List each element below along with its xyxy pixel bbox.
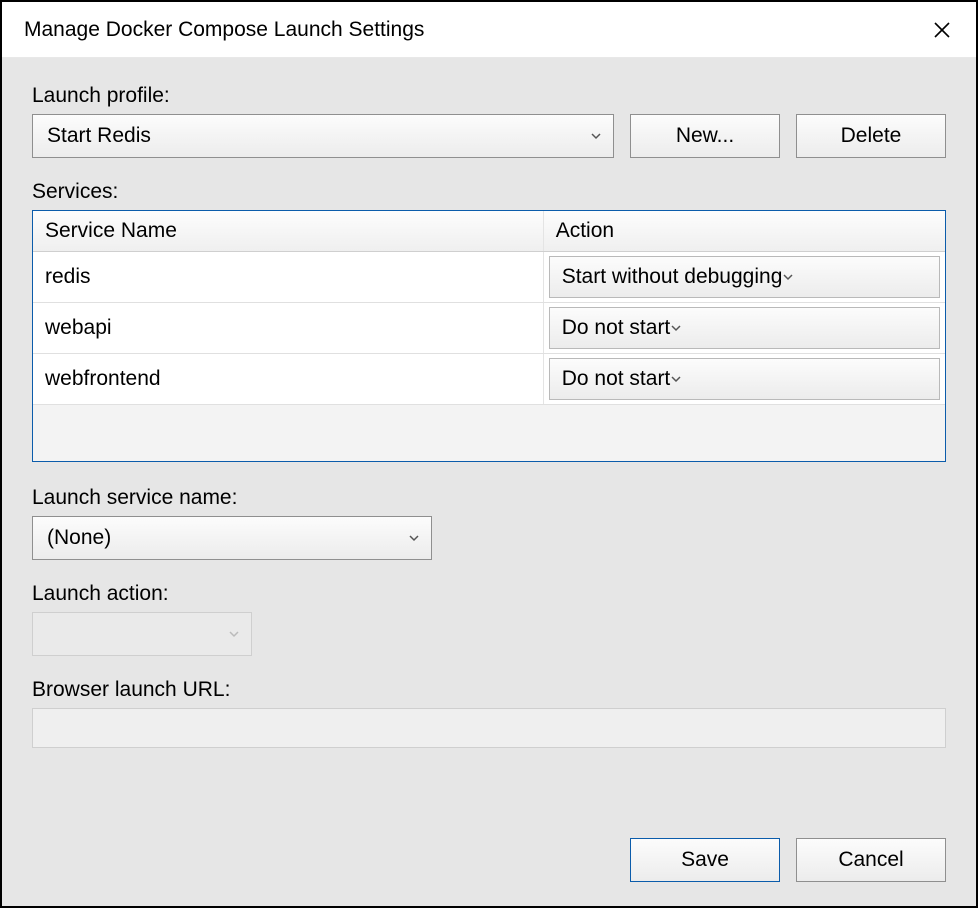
dialog-content: Launch profile: Start Redis New... Delet… (2, 58, 976, 906)
service-action-value: Do not start (562, 316, 671, 340)
launch-service-name-label: Launch service name: (32, 486, 946, 510)
launch-action-label: Launch action: (32, 582, 946, 606)
chevron-down-icon (670, 367, 682, 391)
dialog-footer: Save Cancel (630, 838, 946, 882)
service-action-cell: Start without debugging (544, 252, 945, 302)
launch-service-name-dropdown[interactable]: (None) (32, 516, 432, 560)
chevron-down-icon (589, 129, 603, 143)
service-action-dropdown[interactable]: Do not start (549, 358, 940, 400)
service-name-cell: webapi (33, 303, 544, 353)
col-action[interactable]: Action (544, 211, 945, 251)
close-button[interactable] (926, 14, 958, 46)
service-action-value: Start without debugging (562, 265, 783, 289)
table-row: redis Start without debugging (33, 252, 945, 303)
service-action-dropdown[interactable]: Do not start (549, 307, 940, 349)
browser-launch-url-label: Browser launch URL: (32, 678, 946, 702)
chevron-down-icon (670, 316, 682, 340)
service-name-cell: redis (33, 252, 544, 302)
service-action-value: Do not start (562, 367, 671, 391)
delete-profile-button[interactable]: Delete (796, 114, 946, 158)
dialog-title: Manage Docker Compose Launch Settings (24, 18, 424, 42)
services-table: Service Name Action redis Start without … (32, 210, 946, 462)
launch-action-dropdown (32, 612, 252, 656)
cancel-button[interactable]: Cancel (796, 838, 946, 882)
table-row: webfrontend Do not start (33, 354, 945, 405)
launch-profile-value: Start Redis (47, 124, 151, 148)
chevron-down-icon (782, 265, 794, 289)
service-action-cell: Do not start (544, 354, 945, 404)
title-bar: Manage Docker Compose Launch Settings (2, 2, 976, 58)
services-label: Services: (32, 180, 946, 204)
service-action-dropdown[interactable]: Start without debugging (549, 256, 940, 298)
chevron-down-icon (407, 531, 421, 545)
col-service-name[interactable]: Service Name (33, 211, 544, 251)
launch-profile-dropdown[interactable]: Start Redis (32, 114, 614, 158)
save-button[interactable]: Save (630, 838, 780, 882)
service-name-cell: webfrontend (33, 354, 544, 404)
table-row: webapi Do not start (33, 303, 945, 354)
chevron-down-icon (227, 627, 241, 641)
browser-launch-url-input[interactable] (32, 708, 946, 748)
new-profile-button[interactable]: New... (630, 114, 780, 158)
service-action-cell: Do not start (544, 303, 945, 353)
launch-service-name-value: (None) (47, 526, 111, 550)
launch-profile-label: Launch profile: (32, 84, 946, 108)
close-icon (933, 21, 951, 39)
services-table-header: Service Name Action (33, 211, 945, 252)
launch-profile-row: Start Redis New... Delete (32, 114, 946, 158)
